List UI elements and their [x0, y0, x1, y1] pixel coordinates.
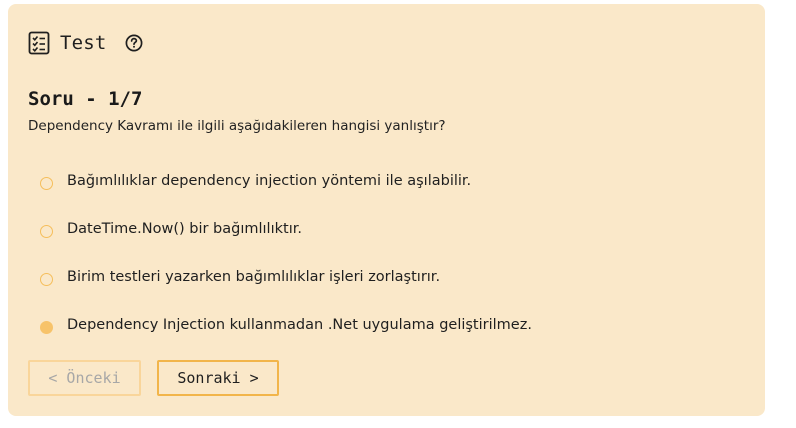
quiz-title: Test: [60, 32, 107, 54]
radio-button-selected[interactable]: [40, 320, 53, 334]
radio-button[interactable]: [40, 272, 53, 286]
answer-option-3[interactable]: Birim testleri yazarken bağımlılıklar iş…: [40, 255, 532, 303]
answer-option-4[interactable]: Dependency Injection kullanmadan .Net uy…: [40, 303, 532, 351]
quiz-header: Test: [28, 30, 143, 56]
question-circle-icon[interactable]: [125, 34, 143, 52]
question-text: Dependency Kavramı ile ilgili aşağıdakil…: [28, 118, 446, 134]
next-button[interactable]: Sonraki >: [157, 360, 279, 396]
radio-button[interactable]: [40, 224, 53, 238]
option-label: Bağımlılıklar dependency injection yönte…: [67, 173, 472, 189]
answer-option-2[interactable]: DateTime.Now() bir bağımlılıktır.: [40, 207, 532, 255]
answer-options: Bağımlılıklar dependency injection yönte…: [40, 159, 532, 351]
answer-option-1[interactable]: Bağımlılıklar dependency injection yönte…: [40, 159, 532, 207]
quiz-card: Test Soru - 1/7 Dependency Kavramı ile i…: [8, 4, 765, 416]
checklist-icon: [28, 31, 50, 55]
option-label: DateTime.Now() bir bağımlılıktır.: [67, 221, 302, 237]
option-label: Birim testleri yazarken bağımlılıklar iş…: [67, 269, 441, 285]
previous-button[interactable]: < Önceki: [28, 360, 141, 396]
option-label: Dependency Injection kullanmadan .Net uy…: [67, 317, 532, 333]
question-number: Soru - 1/7: [28, 88, 143, 110]
radio-button[interactable]: [40, 176, 53, 190]
